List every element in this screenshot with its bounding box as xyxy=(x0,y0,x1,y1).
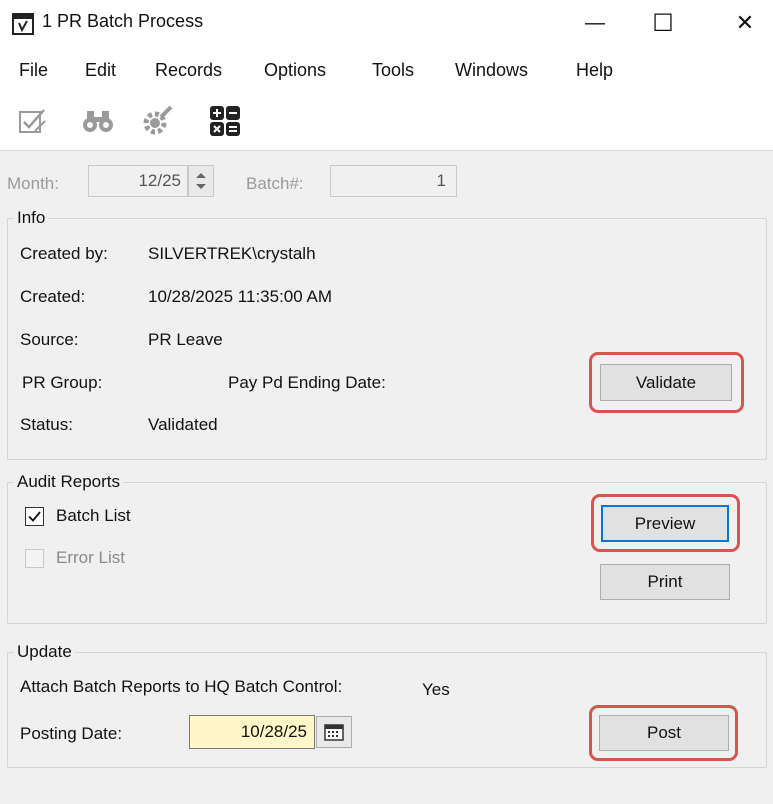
post-button[interactable]: Post xyxy=(599,715,729,751)
error-list-label[interactable]: Error List xyxy=(56,548,125,568)
batch-list-checkbox[interactable] xyxy=(25,507,44,526)
error-list-checkbox[interactable] xyxy=(25,549,44,568)
close-button[interactable]: ✕ xyxy=(716,0,773,46)
created-by-value: SILVERTREK\crystalh xyxy=(148,244,316,263)
attach-batch-reports-value: Yes xyxy=(422,680,450,699)
print-button[interactable]: Print xyxy=(600,564,730,600)
batch-input[interactable]: 1 xyxy=(330,165,457,197)
info-group-title: Info xyxy=(14,208,49,228)
pr-group-label: PR Group: xyxy=(22,373,103,392)
attach-batch-reports-label: Attach Batch Reports to HQ Batch Control… xyxy=(20,677,343,696)
month-input[interactable]: 12/25 xyxy=(88,165,188,197)
created-value: 10/28/2025 11:35:00 AM xyxy=(148,287,333,306)
app-icon xyxy=(12,13,34,35)
maximize-button[interactable]: ☐ xyxy=(634,0,692,46)
window-title: 1 PR Batch Process xyxy=(42,11,204,31)
batch-list-label[interactable]: Batch List xyxy=(56,506,131,526)
created-by-label: Created by: xyxy=(20,244,108,263)
gear-wrench-icon[interactable] xyxy=(138,101,178,141)
validate-button[interactable]: Validate xyxy=(600,364,732,401)
update-group-title: Update xyxy=(14,642,75,662)
audit-reports-title: Audit Reports xyxy=(14,472,123,492)
binoculars-icon[interactable] xyxy=(78,101,118,141)
menu-edit[interactable]: Edit xyxy=(85,60,116,81)
menu-file[interactable]: File xyxy=(19,60,48,81)
posting-date-label: Posting Date: xyxy=(20,724,123,743)
check-edit-icon[interactable] xyxy=(13,101,53,141)
posting-date-input[interactable]: 10/28/25 xyxy=(189,715,315,749)
menu-records[interactable]: Records xyxy=(155,60,222,81)
menu-options[interactable]: Options xyxy=(264,60,326,81)
calendar-icon[interactable] xyxy=(316,716,352,748)
created-label: Created: xyxy=(20,287,86,306)
source-label: Source: xyxy=(20,330,79,349)
month-spinner[interactable] xyxy=(188,165,214,197)
source-value: PR Leave xyxy=(148,330,223,349)
batch-label: Batch#: xyxy=(246,174,304,193)
minimize-button[interactable]: — xyxy=(566,0,624,46)
menu-help[interactable]: Help xyxy=(576,60,613,81)
status-value: Validated xyxy=(148,415,218,434)
calculator-icon[interactable] xyxy=(205,101,245,141)
info-group xyxy=(7,218,767,460)
menu-windows[interactable]: Windows xyxy=(455,60,528,81)
menu-tools[interactable]: Tools xyxy=(372,60,414,81)
preview-button[interactable]: Preview xyxy=(601,505,729,542)
pay-pd-ending-date-label: Pay Pd Ending Date: xyxy=(228,373,386,392)
month-label: Month: xyxy=(7,174,59,193)
status-label: Status: xyxy=(20,415,73,434)
